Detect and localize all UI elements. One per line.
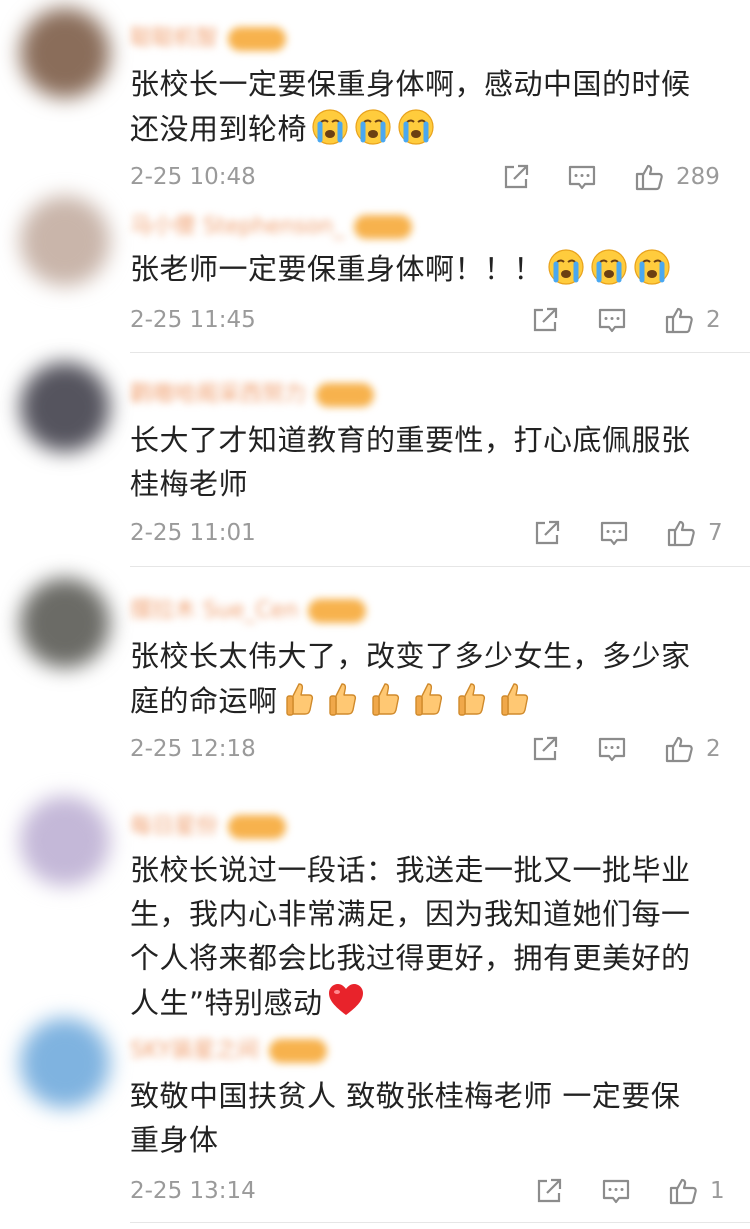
crying-face-emoji-group — [543, 249, 672, 286]
thumbs-up-icon[interactable] — [664, 733, 696, 765]
comment-text: 张校长说过一段话：我送走一批又一批毕业 生，我内心非常满足，因为我知道她们每一 … — [130, 853, 691, 1020]
comment-text: 张老师一定要保重身体啊！！！ — [130, 246, 720, 291]
share-icon[interactable] — [500, 161, 532, 193]
red-heart-emoji — [326, 980, 366, 1020]
avatar[interactable] — [20, 1018, 110, 1108]
timestamp: 2-25 12:18 — [130, 736, 256, 762]
username[interactable]: 鹳嗷哈阁采西努力 — [130, 376, 375, 407]
thumbs-up-emoji — [496, 678, 536, 718]
comment-icon[interactable] — [596, 733, 628, 765]
avatar[interactable] — [20, 578, 110, 668]
like-count: 289 — [676, 164, 720, 190]
comment-text: 致敬中国扶贫人 致敬张桂梅老师 一定要保 重身体 — [130, 1079, 681, 1157]
timestamp: 2-25 10:48 — [130, 164, 256, 190]
comment-text: 张校长一定要保重身体啊，感动中国的时候 还没用到轮椅 — [130, 67, 691, 146]
comment-icon[interactable] — [600, 1175, 632, 1207]
crying-face-emoji — [353, 106, 393, 146]
comment-item: 每日星份 张校长说过一段话：我送走一批又一批毕业 生，我内心非常满足，因为我知道… — [0, 796, 750, 1026]
share-icon[interactable] — [531, 517, 563, 549]
username[interactable]: 每日星份 — [130, 808, 287, 839]
share-icon[interactable] — [529, 733, 561, 765]
comment-icon[interactable] — [596, 304, 628, 336]
crying-face-emoji — [310, 106, 350, 146]
divider — [130, 352, 750, 353]
share-icon[interactable] — [529, 304, 561, 336]
thumbs-up-icon[interactable] — [634, 161, 666, 193]
username[interactable]: 马小傻 Stephenson_ — [130, 208, 413, 239]
share-icon[interactable] — [533, 1175, 565, 1207]
avatar[interactable] — [20, 196, 110, 286]
avatar[interactable] — [20, 8, 110, 98]
comment-meta: 2-25 11:45 2 — [0, 302, 750, 338]
comment-icon[interactable] — [598, 517, 630, 549]
timestamp: 2-25 11:01 — [130, 520, 256, 546]
crying-face-emoji — [546, 246, 586, 286]
comment-text: 长大了才知道教育的重要性，打心底佩服张 桂梅老师 — [130, 423, 691, 501]
red-heart-emoji-group — [323, 984, 366, 1020]
thumbs-up-emoji — [324, 678, 364, 718]
like-count: 2 — [706, 307, 721, 333]
comment-meta: 2-25 12:18 2 — [0, 731, 750, 767]
like-count: 2 — [706, 736, 721, 762]
username[interactable]: SKY装星之间 — [130, 1032, 328, 1063]
divider — [130, 566, 750, 567]
like-count: 7 — [708, 520, 723, 546]
avatar[interactable] — [20, 362, 110, 452]
thumbs-up-emoji-group — [278, 683, 536, 718]
comment-meta: 2-25 10:48 289 — [0, 159, 750, 195]
crying-face-emoji-group — [307, 109, 436, 146]
comment-text: 张校长太伟大了，改变了多少女生，多少家 庭的命运啊 — [130, 639, 691, 718]
avatar[interactable] — [20, 796, 110, 886]
thumbs-up-icon[interactable] — [668, 1175, 700, 1207]
timestamp: 2-25 11:45 — [130, 307, 256, 333]
thumbs-up-emoji — [453, 678, 493, 718]
comment-meta: 2-25 13:14 1 — [0, 1173, 750, 1209]
divider — [130, 1222, 750, 1223]
comment-meta: 2-25 11:01 7 — [0, 515, 750, 551]
thumbs-up-emoji — [367, 678, 407, 718]
username[interactable]: 摆拉木 Sue_Cen — [130, 592, 367, 623]
comment-icon[interactable] — [566, 161, 598, 193]
like-count: 1 — [710, 1178, 725, 1204]
crying-face-emoji — [589, 246, 629, 286]
thumbs-up-icon[interactable] — [666, 517, 698, 549]
thumbs-up-icon[interactable] — [664, 304, 696, 336]
thumbs-up-emoji — [410, 678, 450, 718]
thumbs-up-emoji — [281, 678, 321, 718]
comment-item: SKY装星之间 致敬中国扶贫人 致敬张桂梅老师 一定要保 重身体 — [0, 1018, 750, 1198]
timestamp: 2-25 13:14 — [130, 1178, 256, 1204]
username[interactable]: 聪聪机智 — [130, 20, 287, 51]
crying-face-emoji — [396, 106, 436, 146]
crying-face-emoji — [632, 246, 672, 286]
